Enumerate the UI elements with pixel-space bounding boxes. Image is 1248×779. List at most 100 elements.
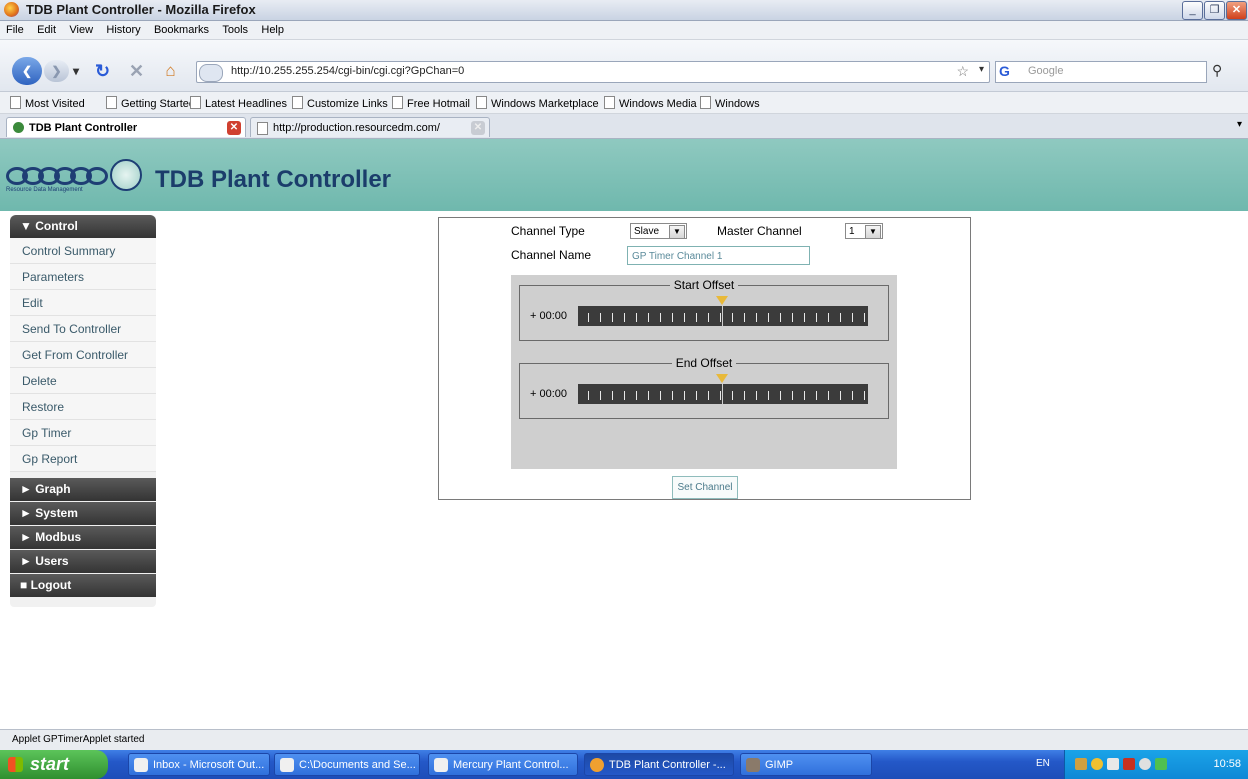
sidebar-item-gp-report[interactable]: Gp Report [10,446,156,472]
set-channel-button[interactable]: Set Channel [672,476,738,499]
slider-tick [684,391,685,400]
minimize-button[interactable]: _ [1182,1,1203,20]
google-search-engine-icon[interactable]: G [999,63,1010,79]
sidebar-section-users[interactable]: ► Users [10,550,156,573]
sidebar-item-restore[interactable]: Restore [10,394,156,420]
search-box[interactable]: G Google [995,61,1207,83]
slider-tick [636,391,637,400]
firefox-icon [590,758,604,772]
rss-icon [190,96,201,109]
close-window-button[interactable]: ✕ [1226,1,1247,20]
menu-tools[interactable]: Tools [222,24,248,36]
tab-production-resourcedm[interactable]: http://production.resourcedm.com/ ✕ [250,117,490,137]
offset-container: Start Offset + 00:00 End Offset + 00:00 [511,275,897,469]
maximize-button[interactable]: ❐ [1204,1,1225,20]
menu-bookmarks[interactable]: Bookmarks [154,24,209,36]
search-placeholder[interactable]: Google [1028,65,1063,77]
sidebar-section-modbus[interactable]: ► Modbus [10,526,156,549]
channel-name-input[interactable]: GP Timer Channel 1 [627,246,810,265]
start-offset-marker-icon[interactable] [716,296,728,305]
slider-tick [864,391,865,400]
menu-view[interactable]: View [69,24,93,36]
taskbar-item-mercury[interactable]: Mercury Plant Control... [428,753,578,776]
bookmark-most-visited[interactable]: Most Visited [10,96,85,110]
bookmark-label: Customize Links [307,98,388,110]
menu-edit[interactable]: Edit [37,24,56,36]
bookmark-star-icon[interactable]: ☆ [956,63,969,80]
sidebar-item-control-summary[interactable]: Control Summary [10,238,156,264]
bookmark-free-hotmail[interactable]: Free Hotmail [392,96,470,110]
sidebar-item-delete[interactable]: Delete [10,368,156,394]
bookmark-customize-links[interactable]: Customize Links [292,96,388,110]
url-text[interactable]: http://10.255.255.254/cgi-bin/cgi.cgi?Gp… [231,65,464,77]
sidebar-section-graph[interactable]: ► Graph [10,478,156,501]
tab-list-dropdown-icon[interactable]: ▾ [1237,119,1242,130]
end-offset-group: End Offset + 00:00 [519,356,889,419]
slider-tick [768,391,769,400]
slider-tick [744,313,745,322]
chevron-down-icon: ▼ [669,225,685,239]
back-button[interactable]: ❮ [12,57,42,85]
home-icon[interactable]: ⌂ [158,60,183,82]
status-text: Applet GPTimerApplet started [12,734,145,745]
stop-icon[interactable]: ✕ [124,60,149,82]
sidebar-item-edit[interactable]: Edit [10,290,156,316]
bookmark-windows[interactable]: Windows [700,96,760,110]
taskbar-item-gimp[interactable]: GIMP [740,753,872,776]
word-document-icon [434,758,448,772]
sidebar-section-control[interactable]: ▼ Control [10,215,156,238]
slider-tick [672,391,673,400]
bookmark-latest-headlines[interactable]: Latest Headlines [190,96,287,110]
tab-tdb-plant-controller[interactable]: TDB Plant Controller ✕ [6,117,246,137]
network-disconnected-icon[interactable] [1123,758,1135,770]
end-offset-slider[interactable] [578,374,868,404]
bookmark-label: Windows Marketplace [491,98,599,110]
menu-file[interactable]: File [6,24,24,36]
forward-button[interactable]: ❯ [44,60,69,82]
search-icon[interactable]: ⚲ [1212,62,1222,79]
sidebar-section-logout[interactable]: ■ Logout [10,574,156,597]
close-tab-icon[interactable]: ✕ [471,121,485,135]
close-tab-icon[interactable]: ✕ [227,121,241,135]
globe-icon [110,159,142,191]
start-button[interactable]: start [0,750,108,779]
url-dropdown-icon[interactable]: ▾ [979,64,984,75]
bookmark-windows-marketplace[interactable]: Windows Marketplace [476,96,599,110]
sidebar-item-gp-timer[interactable]: Gp Timer [10,420,156,446]
clock[interactable]: 10:58 [1213,758,1241,770]
gimp-icon [746,758,760,772]
volume-icon[interactable] [1107,758,1119,770]
sidebar-item-parameters[interactable]: Parameters [10,264,156,290]
slider-tick [588,391,589,400]
language-indicator[interactable]: EN [1036,758,1050,769]
wireless-icon[interactable] [1155,758,1167,770]
site-identity-icon[interactable] [199,64,223,82]
slider-tick [660,313,661,322]
url-bar[interactable]: http://10.255.255.254/cgi-bin/cgi.cgi?Gp… [196,61,990,83]
channel-type-select[interactable]: Slave ▼ [630,223,687,239]
taskbar-item-outlook[interactable]: Inbox - Microsoft Out... [128,753,270,776]
slider-tick [660,391,661,400]
menu-history[interactable]: History [106,24,140,36]
taskbar-item-firefox[interactable]: TDB Plant Controller -... [584,753,734,776]
reload-icon[interactable]: ↻ [90,60,115,82]
menu-help[interactable]: Help [261,24,284,36]
history-dropdown-icon[interactable]: ▾ [70,60,82,82]
end-offset-marker-icon[interactable] [716,374,728,383]
sidebar-item-get-from-controller[interactable]: Get From Controller [10,342,156,368]
slider-tick [648,391,649,400]
update-icon[interactable] [1091,758,1103,770]
bookmark-getting-started[interactable]: Getting Started [106,96,195,110]
taskbar-item-explorer[interactable]: C:\Documents and Se... [274,753,420,776]
sidebar-item-send-to-controller[interactable]: Send To Controller [10,316,156,342]
slider-tick [804,391,805,400]
taskbar-item-label: TDB Plant Controller -... [609,759,726,771]
security-icon[interactable] [1139,758,1151,770]
slider-tick [588,313,589,322]
bookmark-folder-icon [10,96,21,109]
start-offset-slider[interactable] [578,296,868,326]
bookmark-windows-media[interactable]: Windows Media [604,96,697,110]
sidebar-section-system[interactable]: ► System [10,502,156,525]
master-channel-select[interactable]: 1 ▼ [845,223,883,239]
java-icon[interactable] [1075,758,1087,770]
